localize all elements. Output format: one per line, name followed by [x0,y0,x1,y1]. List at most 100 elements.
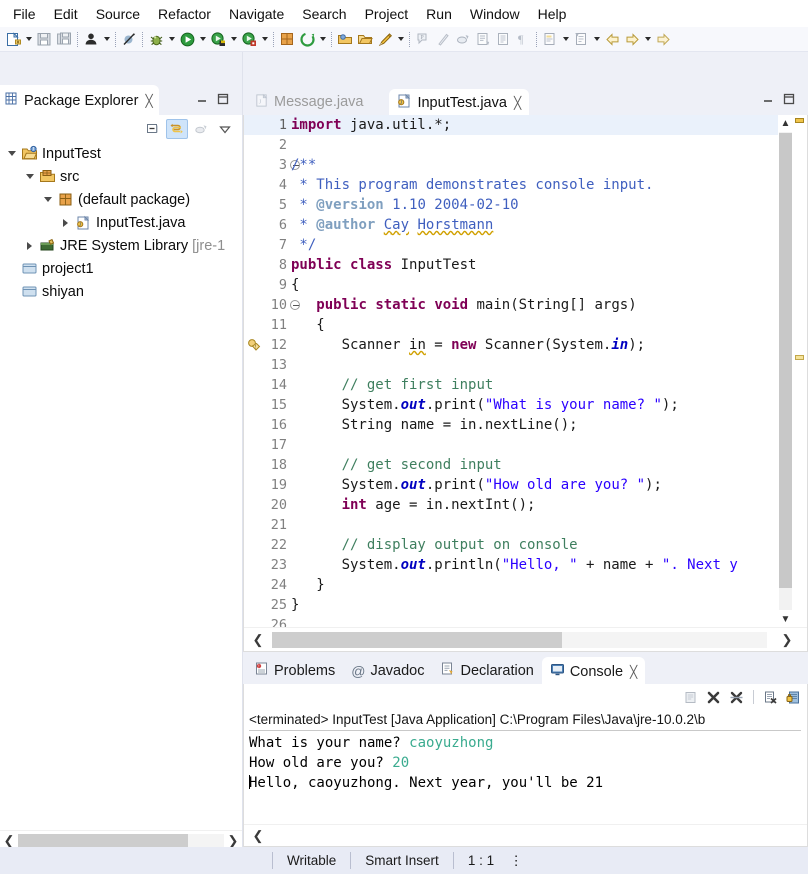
terminate-button[interactable] [703,687,723,707]
previous-edit-icon[interactable] [473,29,493,49]
tree-item-default-package[interactable]: (default package) [0,188,242,211]
clear-console-button[interactable] [680,687,700,707]
code-text-area[interactable]: import java.util.*; /** * This program d… [291,115,778,627]
save-icon[interactable] [34,29,54,49]
open-task-icon[interactable] [355,29,375,49]
chevron-down-icon[interactable] [4,142,19,165]
tree-item-src[interactable]: src [0,165,242,188]
forward-dropdown-arrow[interactable] [642,29,653,49]
scroll-track[interactable] [18,833,224,848]
editor-horizontal-scrollbar[interactable]: ❮ ❯ [244,627,807,651]
skip-breakpoints-icon[interactable] [119,29,139,49]
chevron-down-icon[interactable] [40,188,55,211]
console-output[interactable]: <terminated> InputTest [Java Application… [249,710,801,793]
menu-item-refactor[interactable]: Refactor [149,3,220,25]
menu-item-run[interactable]: Run [417,3,461,25]
tab-message-java[interactable]: J Message.java [247,89,371,115]
person-dropdown-arrow[interactable] [101,29,112,49]
debug-icon[interactable] [146,29,166,49]
scroll-down-icon[interactable]: ▼ [779,611,792,627]
maximize-icon[interactable] [782,92,796,106]
tree-item-project1[interactable]: project1 [0,257,242,280]
run-icon[interactable] [177,29,197,49]
new-java-class-dropdown-arrow[interactable] [317,29,328,49]
remove-all-terminated-button[interactable] [726,687,746,707]
open-type-icon[interactable] [335,29,355,49]
tab-inputtest-java[interactable]: J InputTest.java ╳ [389,89,530,115]
tree-item-inputtest-java[interactable]: J InputTest.java [0,211,242,234]
search-dropdown-arrow[interactable] [395,29,406,49]
tree-item-jre-system-library[interactable]: JRE System Library [jre-1 [0,234,242,257]
ruler-marker-occurrence[interactable] [795,355,804,360]
menu-item-edit[interactable]: Edit [45,3,87,25]
scroll-right-icon[interactable]: ❯ [767,631,807,649]
close-icon[interactable]: ╳ [145,94,152,108]
remove-launch-button[interactable] [760,687,780,707]
person-icon[interactable] [81,29,101,49]
focus-on-active-task-button[interactable] [190,119,212,139]
view-menu-button[interactable] [214,119,236,139]
console-horizontal-scrollbar[interactable]: ❮ [244,824,807,846]
minimize-icon[interactable] [761,92,775,106]
tab-console[interactable]: Console ╳ [541,657,646,684]
scroll-left-icon[interactable]: ❮ [244,827,272,845]
pin-editor-icon[interactable] [653,29,673,49]
search-icon[interactable] [375,29,395,49]
link-with-editor-button[interactable] [166,118,188,139]
ruler-marker-warning[interactable] [795,118,804,123]
run-external-tools-icon[interactable] [208,29,228,49]
scroll-thumb[interactable] [272,631,562,648]
show-whitespace-icon[interactable]: ¶ [513,29,533,49]
menu-item-project[interactable]: Project [356,3,418,25]
menu-item-source[interactable]: Source [87,3,149,25]
quick-fix-icon[interactable] [433,29,453,49]
close-icon[interactable]: ╳ [630,665,637,679]
menu-item-help[interactable]: Help [529,3,576,25]
coverage-icon[interactable] [239,29,259,49]
tab-javadoc[interactable]: @ Javadoc [343,657,432,684]
status-overflow-icon[interactable]: ⋮ [508,853,524,869]
tab-package-explorer[interactable]: Package Explorer ╳ [0,85,159,115]
close-icon[interactable]: ╳ [514,96,521,110]
new-wizard-icon[interactable] [3,29,23,49]
annotation-icon[interactable]: P [413,29,433,49]
tab-problems[interactable]: ! Problems [246,657,343,684]
maximize-icon[interactable] [216,92,230,106]
run-dropdown-arrow[interactable] [197,29,208,49]
forward-icon[interactable] [622,29,642,49]
tree-item-inputtest-project[interactable]: J InputTest [0,142,242,165]
debug-dropdown-arrow[interactable] [166,29,177,49]
scroll-thumb[interactable] [18,833,188,848]
minimize-icon[interactable] [195,92,209,106]
menu-item-file[interactable]: File [4,3,45,25]
pin-console-button[interactable] [783,687,803,707]
toggle-mark-occurrences-dropdown-arrow[interactable] [560,29,571,49]
coverage-dropdown-arrow[interactable] [259,29,270,49]
chevron-right-icon[interactable] [22,234,37,257]
editor-vertical-scrollbar[interactable]: ▲ ▼ [778,115,793,627]
scroll-thumb[interactable] [779,133,792,588]
last-edit-dropdown-arrow[interactable] [591,29,602,49]
last-edit-location-icon[interactable] [571,29,591,49]
overview-ruler[interactable] [793,115,807,627]
menu-item-window[interactable]: Window [461,3,529,25]
menu-item-search[interactable]: Search [293,3,355,25]
scroll-track[interactable] [272,631,767,648]
chevron-right-icon[interactable] [58,211,73,234]
new-java-package-icon[interactable] [277,29,297,49]
new-wizard-dropdown-arrow[interactable] [23,29,34,49]
scroll-up-icon[interactable]: ▲ [779,115,792,131]
toggle-block-selection-icon[interactable] [493,29,513,49]
new-java-class-icon[interactable] [297,29,317,49]
save-all-icon[interactable] [54,29,74,49]
run-external-tools-dropdown-arrow[interactable] [228,29,239,49]
tree-item-shiyan[interactable]: shiyan [0,280,242,303]
menu-item-navigate[interactable]: Navigate [220,3,293,25]
scroll-track[interactable] [272,828,807,843]
back-icon[interactable] [602,29,622,49]
chevron-down-icon[interactable] [22,165,37,188]
scroll-left-icon[interactable]: ❮ [244,631,272,649]
toggle-mark-occurrences-icon[interactable] [540,29,560,49]
collapse-all-button[interactable] [142,119,164,139]
next-annotation-icon[interactable] [453,29,473,49]
